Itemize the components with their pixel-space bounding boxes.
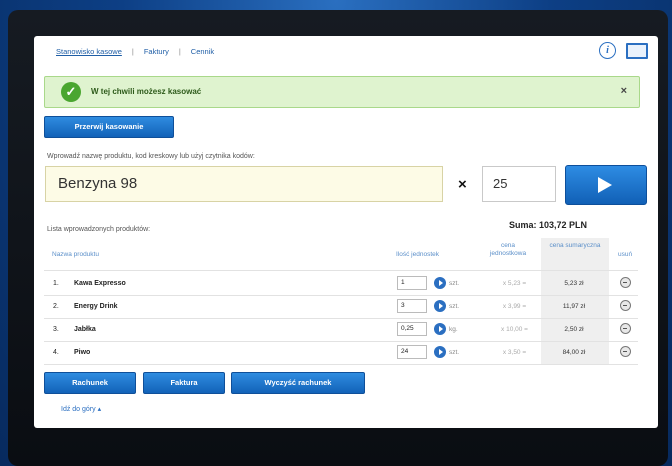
sum-label: Suma: 103,72 PLN	[509, 220, 588, 230]
remove-icon[interactable]	[620, 300, 631, 311]
row-unit-price: x 3,99 =	[502, 303, 527, 310]
monitor-icon[interactable]	[626, 42, 648, 59]
row-total: 5,23 zł	[564, 280, 584, 287]
header-unit-price: cena jednostkowa	[489, 242, 527, 257]
table-row: 1. Kawa Expresso 1 szt. x 5,23 = 5,23 zł	[44, 273, 638, 295]
clear-receipt-button[interactable]: Wyczyść rachunek	[231, 372, 365, 394]
invoice-button[interactable]: Faktura	[143, 372, 225, 394]
qty-arrow-icon[interactable]	[434, 277, 446, 289]
row-unit: szt.	[449, 349, 460, 356]
row-unit: szt.	[449, 280, 460, 287]
table-row: 3. Jabłka 0,25 kg. x 10,00 = 2,50 zł	[44, 319, 638, 341]
row-number: 2.	[53, 303, 59, 310]
row-product-name: Energy Drink	[74, 303, 118, 310]
row-product-name: Jabłka	[74, 326, 96, 333]
play-icon	[598, 177, 612, 193]
row-total: 11,97 zł	[562, 303, 586, 310]
info-icon[interactable]: i	[599, 42, 616, 59]
remove-icon[interactable]	[620, 346, 631, 357]
remove-icon[interactable]	[620, 323, 631, 334]
row-unit-price: x 3,50 =	[502, 349, 527, 356]
list-title: Lista wprowadzonych produktów:	[47, 226, 151, 233]
row-qty-input[interactable]: 0,25	[397, 322, 427, 336]
back-to-top-link[interactable]: Idź do góry ▴	[61, 405, 101, 413]
nav-item-invoices[interactable]: Faktury	[144, 47, 169, 56]
status-alert: ✓ W tej chwili możesz kasować ×	[44, 76, 640, 108]
header-name: Nazwa produktu	[52, 251, 99, 258]
qty-arrow-icon[interactable]	[434, 323, 446, 335]
product-input[interactable]: Benzyna 98	[45, 166, 443, 202]
row-qty-input[interactable]: 24	[397, 345, 427, 359]
entry-instruction: Wprowadź nazwę produktu, kod kreskowy lu…	[47, 153, 255, 160]
stop-checkout-button[interactable]: Przerwij kasowanie	[44, 116, 174, 138]
header-qty: Ilość jednostek	[396, 251, 439, 258]
add-product-button[interactable]	[565, 165, 647, 205]
close-icon[interactable]: ×	[621, 85, 627, 97]
nav-separator: |	[131, 47, 134, 56]
remove-icon[interactable]	[620, 277, 631, 288]
row-unit-price: x 10,00 =	[501, 326, 528, 333]
row-qty-input[interactable]: 3	[397, 299, 427, 313]
multiply-sign: ×	[458, 176, 467, 193]
row-number: 1.	[53, 280, 59, 287]
row-total: 84,00 zł	[562, 349, 586, 356]
table-row: 2. Energy Drink 3 szt. x 3,99 = 11,97 zł	[44, 296, 638, 318]
top-icons: i	[599, 42, 648, 59]
table-row: 4. Piwo 24 szt. x 3,50 = 84,00 zł	[44, 342, 638, 364]
quantity-input[interactable]: 25	[482, 166, 556, 202]
row-product-name: Kawa Expresso	[74, 280, 126, 287]
qty-arrow-icon[interactable]	[434, 346, 446, 358]
nav-item-pricelist[interactable]: Cennik	[191, 47, 214, 56]
row-product-name: Piwo	[74, 349, 91, 356]
divider	[44, 364, 638, 365]
qty-arrow-icon[interactable]	[434, 300, 446, 312]
row-unit-price: x 5,23 =	[502, 280, 527, 287]
receipt-button[interactable]: Rachunek	[44, 372, 136, 394]
header-total-price: cena sumaryczna	[549, 242, 601, 249]
nav-item-pos[interactable]: Stanowisko kasowe	[56, 47, 122, 56]
row-unit: szt.	[449, 303, 460, 310]
row-number: 4.	[53, 349, 59, 356]
top-navigation: Stanowisko kasowe | Faktury | Cennik	[56, 47, 214, 56]
check-icon: ✓	[61, 82, 81, 102]
row-total: 2,50 zł	[564, 326, 584, 333]
header-delete: usuń	[618, 251, 633, 258]
nav-separator: |	[178, 47, 181, 56]
row-qty-input[interactable]: 1	[397, 276, 427, 290]
alert-text: W tej chwili możesz kasować	[91, 87, 202, 96]
row-unit: kg.	[449, 326, 458, 333]
row-number: 3.	[53, 326, 59, 333]
app-screen: Stanowisko kasowe | Faktury | Cennik i ✓…	[34, 36, 658, 428]
divider	[44, 270, 638, 271]
